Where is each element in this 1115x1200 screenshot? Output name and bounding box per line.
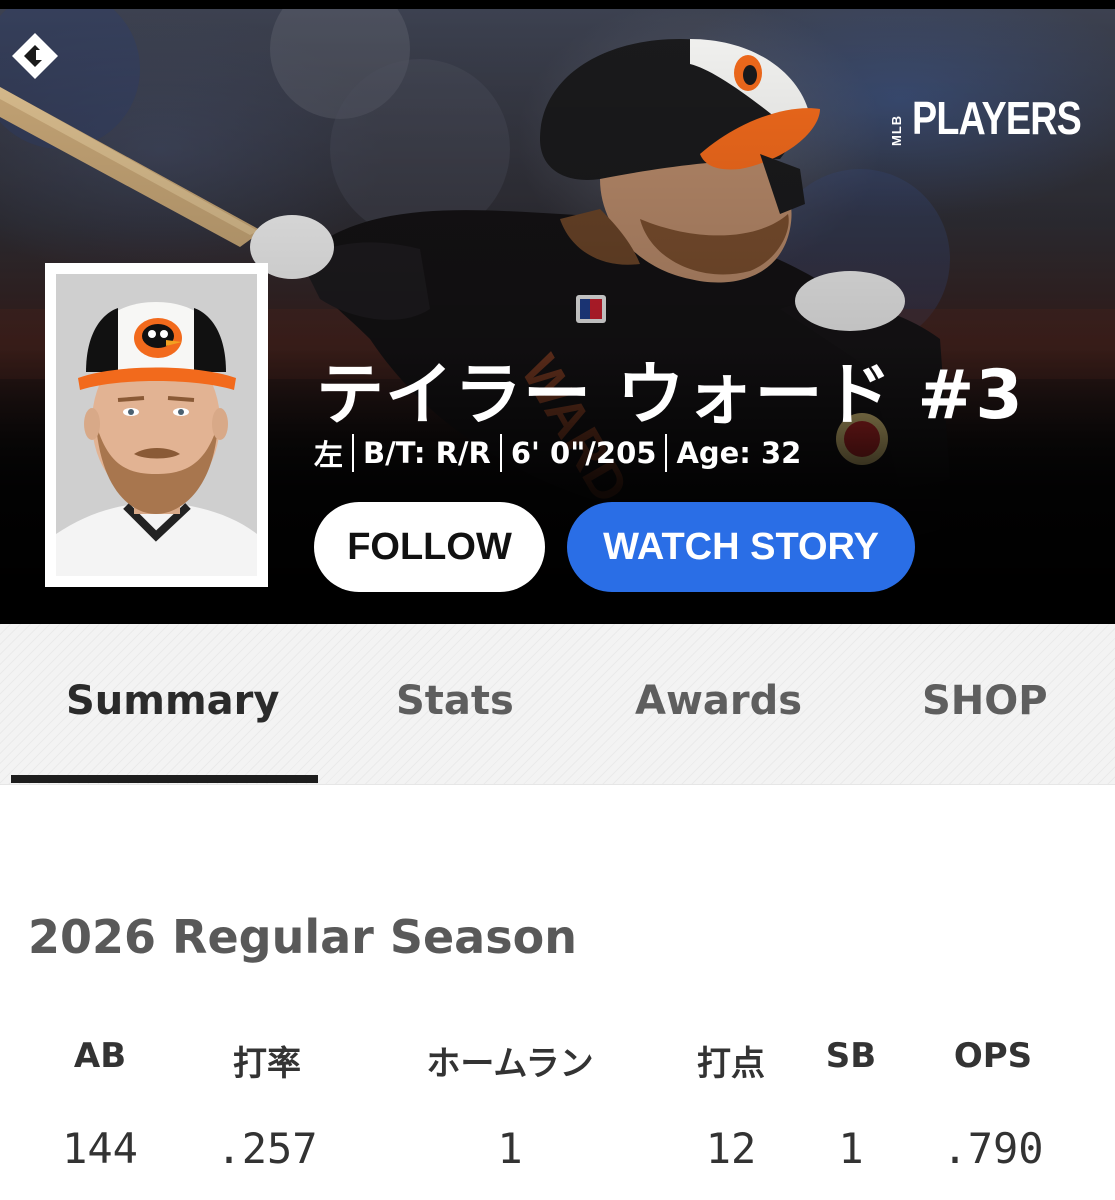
tab-shop[interactable]: SHOP bbox=[922, 678, 1048, 724]
meta-divider bbox=[352, 434, 355, 472]
mlb-players-mark-icon bbox=[12, 33, 58, 79]
active-tab-indicator bbox=[11, 775, 318, 783]
stat-label-sb: SB bbox=[825, 1036, 877, 1076]
watch-story-button[interactable]: WATCH STORY bbox=[567, 502, 915, 592]
stat-value-avg: .257 bbox=[216, 1124, 318, 1173]
stat-label-hr: ホームラン bbox=[426, 1044, 594, 1084]
player-position: 左 bbox=[314, 438, 344, 472]
mlb-small-label: MLB bbox=[889, 114, 904, 146]
tab-summary[interactable]: Summary bbox=[66, 678, 279, 724]
player-height-weight: 6' 0"/205 bbox=[510, 436, 657, 470]
hero-banner: WARD bbox=[0, 9, 1115, 624]
meta-divider bbox=[665, 434, 668, 472]
top-edge bbox=[0, 0, 1115, 9]
stat-label-ab: AB bbox=[73, 1036, 127, 1076]
stat-value-sb: 1 bbox=[838, 1124, 864, 1173]
stat-label-ops: OPS bbox=[953, 1036, 1033, 1076]
player-headshot bbox=[45, 263, 268, 587]
follow-button[interactable]: FOLLOW bbox=[314, 502, 545, 592]
season-title: 2026 Regular Season bbox=[28, 910, 577, 964]
player-meta: 左 B/T: R/R 6' 0"/205 Age: 32 bbox=[314, 433, 801, 473]
stat-label-avg: 打率 bbox=[233, 1044, 301, 1084]
player-name: テイラー ウォード #3 bbox=[316, 356, 1024, 435]
stat-value-hr: 1 bbox=[497, 1124, 523, 1173]
stat-value-rbi: 12 bbox=[705, 1124, 757, 1173]
headshot-photo bbox=[56, 274, 257, 576]
tab-awards[interactable]: Awards bbox=[635, 678, 802, 724]
players-logo-text: PLAYERS bbox=[912, 92, 1082, 144]
stat-value-ab: 144 bbox=[62, 1124, 138, 1173]
stat-value-ops: .790 bbox=[942, 1124, 1044, 1173]
player-age: Age: 32 bbox=[676, 436, 802, 470]
tab-bar: Summary Stats Awards SHOP bbox=[0, 624, 1115, 785]
player-bats-throws: B/T: R/R bbox=[363, 436, 491, 470]
stat-label-rbi: 打点 bbox=[697, 1044, 765, 1084]
meta-divider bbox=[499, 434, 502, 472]
tab-stats[interactable]: Stats bbox=[396, 678, 514, 724]
